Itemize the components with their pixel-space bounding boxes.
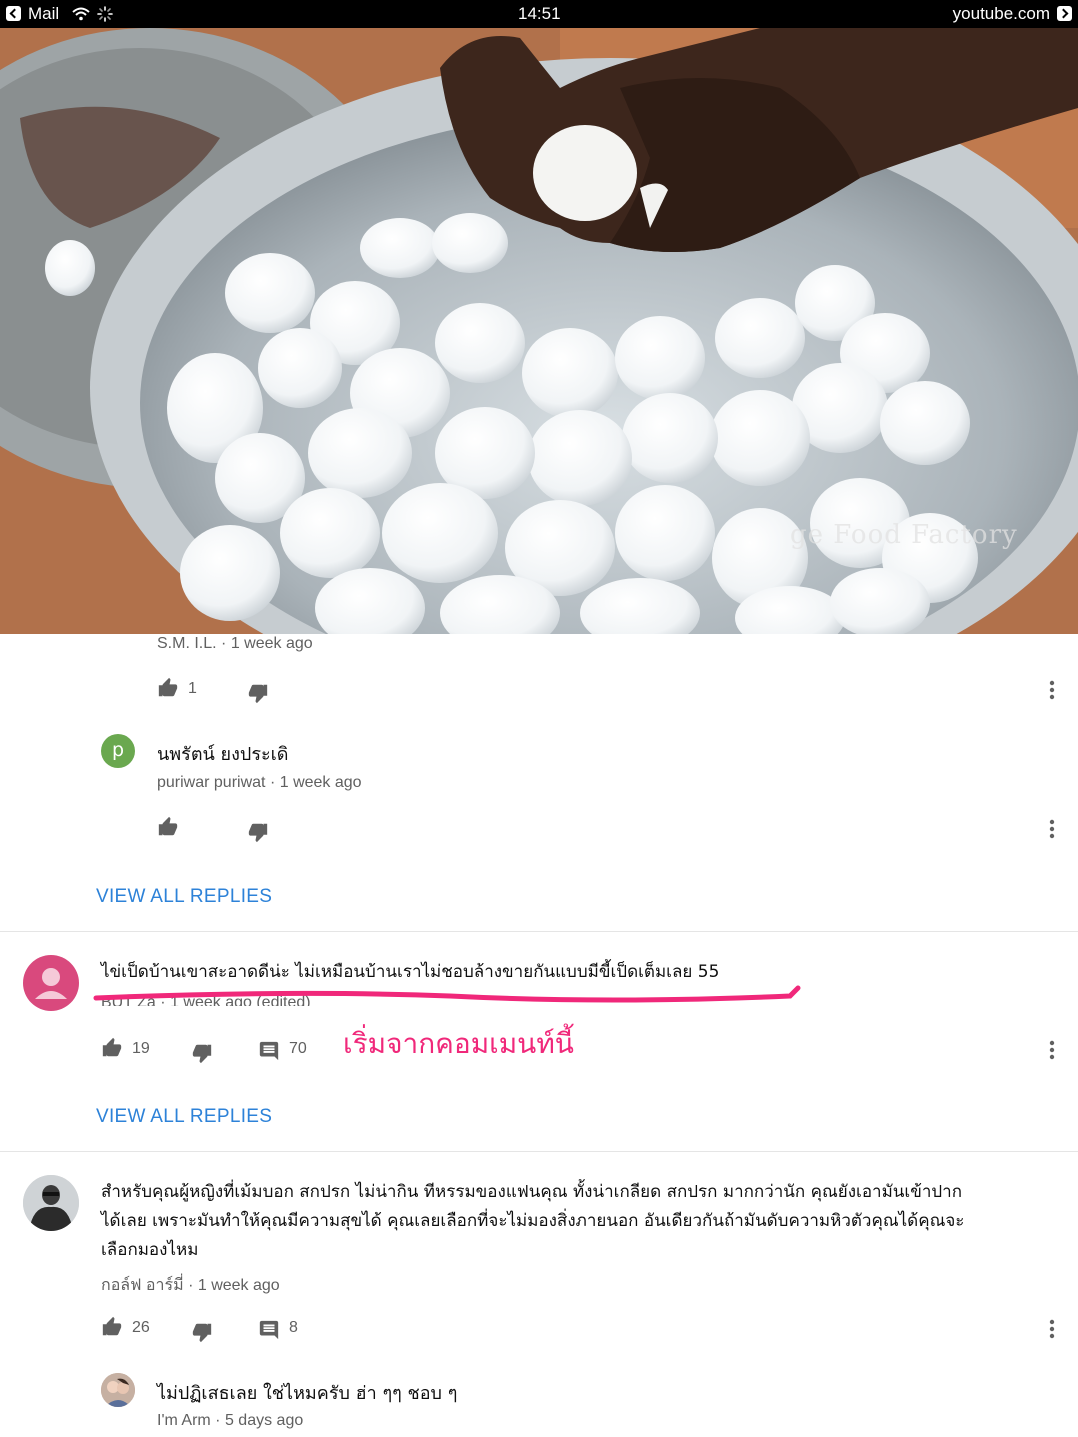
comment-author[interactable]: puriwar puriwat xyxy=(157,774,265,791)
comment-meta: S.M. I.L. · 1 week ago xyxy=(157,635,313,652)
comment-text: สำหรับคุณผู้หญิงที่เม้มบอก สกปรก ไม่น่าก… xyxy=(101,1182,965,1260)
comment-text: นพรัตน์ ยงประเดิ xyxy=(157,744,289,765)
more-options-icon[interactable] xyxy=(1041,1318,1063,1340)
avatar[interactable]: p xyxy=(101,734,135,768)
more-options-icon[interactable] xyxy=(1041,1039,1063,1061)
video-watermark: ge Food Factory xyxy=(790,520,1018,550)
like-icon[interactable] xyxy=(157,677,179,699)
reply-text: ไม่ปฏิเสธเลย ใช่ไหมครับ ฮ่า ๆๆ ชอบ ๆ xyxy=(157,1383,458,1404)
wifi-icon xyxy=(72,7,90,21)
status-time: 14:51 xyxy=(518,4,561,23)
avatar[interactable] xyxy=(23,1175,79,1231)
dislike-icon[interactable] xyxy=(247,821,269,843)
status-bar: Mail 14:51 youtube.com xyxy=(0,0,1078,28)
avatar[interactable] xyxy=(101,1373,135,1407)
dislike-icon[interactable] xyxy=(191,1321,213,1343)
like-icon[interactable] xyxy=(101,1037,123,1059)
default-avatar-icon xyxy=(35,968,67,999)
more-options-icon[interactable] xyxy=(1041,818,1063,840)
dislike-icon[interactable] xyxy=(191,1042,213,1064)
comment-time: 1 week ago xyxy=(230,635,313,652)
comment-time: 1 week ago xyxy=(197,1277,280,1294)
user-photo-icon xyxy=(23,1175,79,1231)
site-label: youtube.com xyxy=(952,4,1050,23)
reply-comment-icon[interactable] xyxy=(258,1040,280,1062)
comment-author[interactable]: กอล์ฟ อาร์มี่ xyxy=(101,1277,184,1294)
back-app-label[interactable]: Mail xyxy=(28,4,59,24)
like-icon[interactable] xyxy=(101,1316,123,1338)
view-all-replies-link[interactable]: VIEW ALL REPLIES xyxy=(96,1106,272,1128)
like-count: 1 xyxy=(188,680,197,697)
view-all-replies-link[interactable]: VIEW ALL REPLIES xyxy=(96,886,272,908)
loading-spinner-icon xyxy=(97,6,113,22)
avatar[interactable] xyxy=(23,955,79,1011)
comment-author[interactable]: S.M. I.L. xyxy=(157,635,217,652)
comment-meta: puriwar puriwat · 1 week ago xyxy=(157,774,362,791)
like-icon[interactable] xyxy=(157,816,179,838)
forward-arrow-icon[interactable] xyxy=(1057,6,1072,21)
like-count: 19 xyxy=(132,1040,150,1057)
user-photo-icon xyxy=(101,1373,135,1407)
comment-time: 5 days ago xyxy=(224,1412,304,1429)
reply-count: 70 xyxy=(289,1040,307,1057)
comment-time: 1 week ago xyxy=(279,774,362,791)
back-arrow-icon[interactable] xyxy=(6,6,21,21)
divider xyxy=(0,1151,1078,1152)
reply-comment-icon[interactable] xyxy=(258,1319,280,1341)
divider xyxy=(0,931,1078,932)
dislike-icon[interactable] xyxy=(247,682,269,704)
comment-author[interactable]: I'm Arm xyxy=(157,1412,211,1429)
annotation-text: เริ่มจากคอมเมนท์นี้ xyxy=(343,1027,574,1060)
reply-count: 8 xyxy=(289,1319,298,1336)
video-player[interactable]: ge Food Factory xyxy=(0,28,1078,634)
comment-meta: I'm Arm · 5 days ago xyxy=(157,1412,304,1429)
annotation-underline xyxy=(93,985,801,1003)
more-options-icon[interactable] xyxy=(1041,679,1063,701)
comment-meta: กอล์ฟ อาร์มี่ · 1 week ago xyxy=(101,1277,280,1294)
like-count: 26 xyxy=(132,1319,150,1336)
